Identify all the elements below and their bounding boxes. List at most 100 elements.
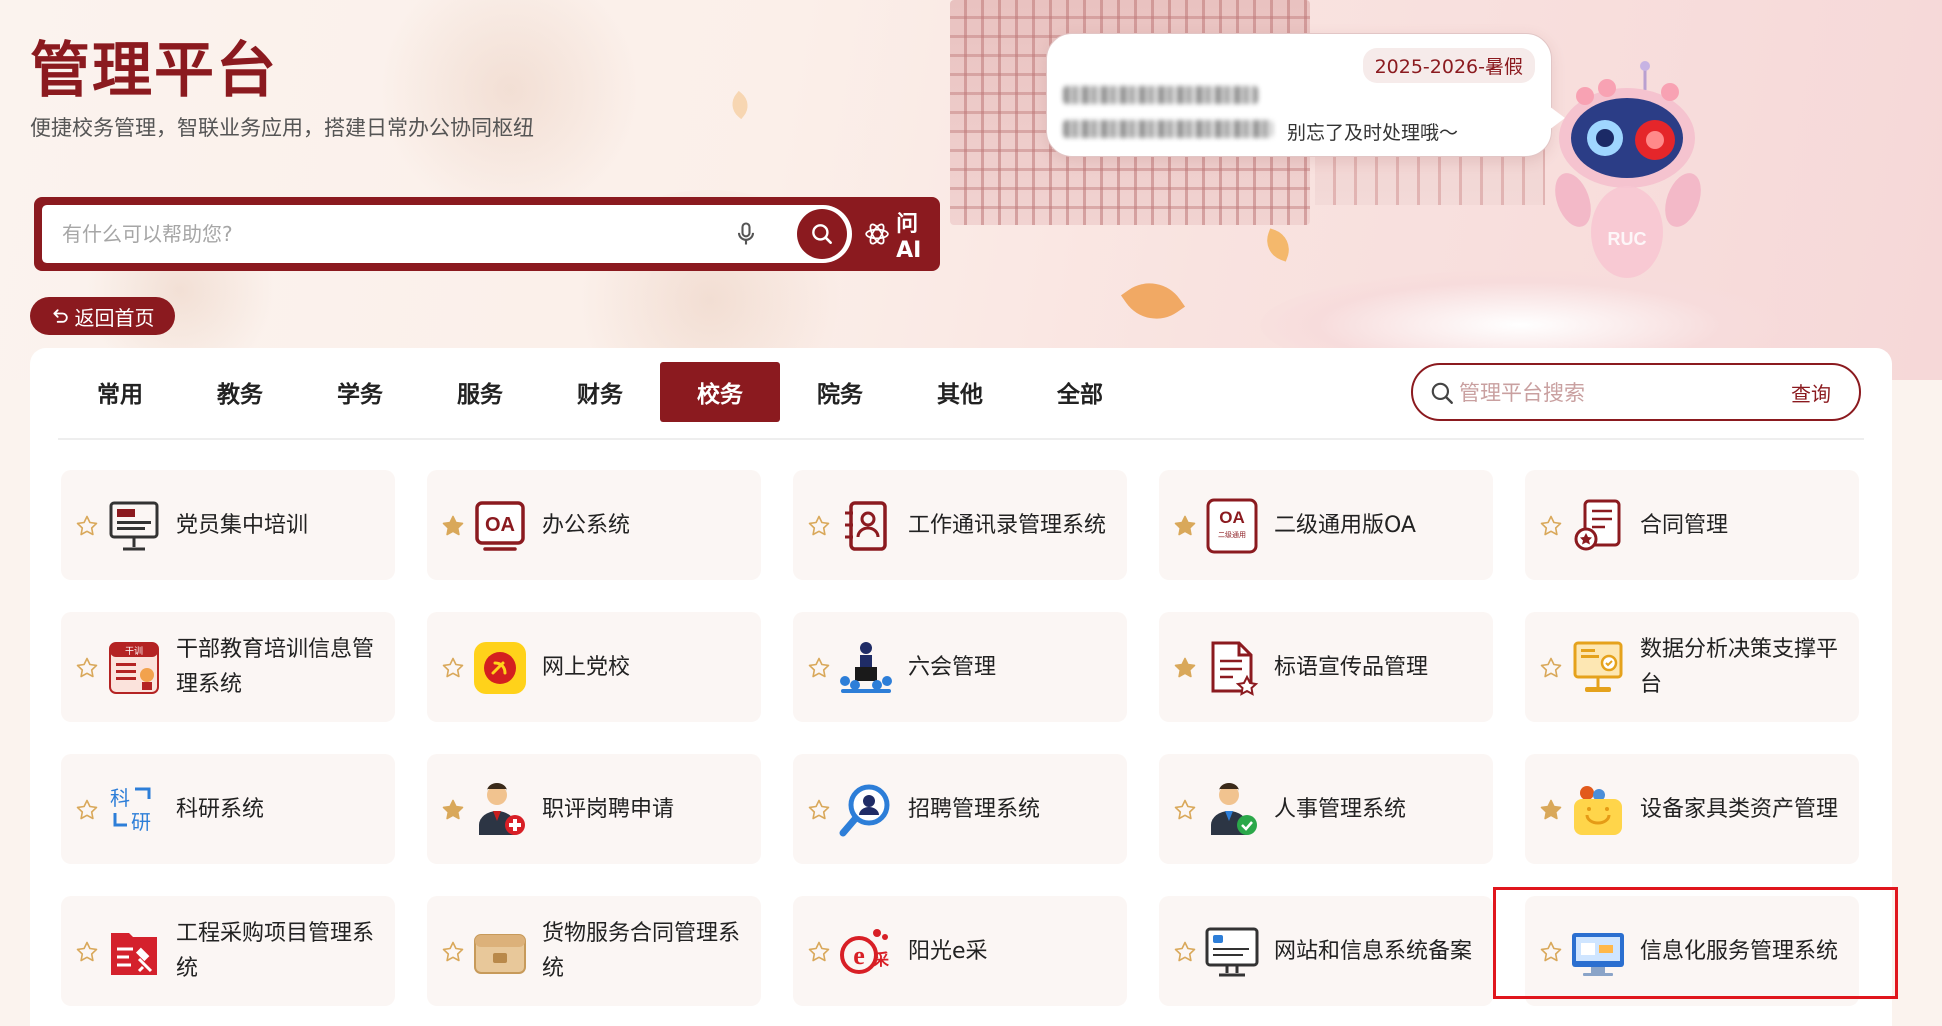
star-filled-icon[interactable] bbox=[1173, 656, 1197, 680]
tab-1[interactable]: 教务 bbox=[180, 362, 300, 422]
star-outline-icon[interactable] bbox=[75, 940, 99, 964]
app-card[interactable]: 党员集中培训 bbox=[61, 470, 395, 580]
recruitment-search-icon bbox=[839, 784, 890, 837]
app-card[interactable]: OA 办公系统 bbox=[427, 470, 761, 580]
app-card-label: 设备家具类资产管理 bbox=[1640, 796, 1839, 822]
star-outline-icon[interactable] bbox=[1539, 940, 1563, 964]
app-card[interactable]: 设备家具类资产管理 bbox=[1525, 754, 1859, 864]
app-card-label: 职评岗聘申请 bbox=[542, 796, 675, 822]
app-card[interactable]: 数据分析决策支撑平台 bbox=[1525, 612, 1859, 722]
app-card-label: 二级通用版OA bbox=[1274, 512, 1416, 538]
app-card-label: 办公系统 bbox=[542, 512, 631, 538]
platform-search-input[interactable] bbox=[1459, 376, 1759, 410]
star-outline-icon[interactable] bbox=[1539, 656, 1563, 680]
star-outline-icon[interactable] bbox=[807, 798, 831, 822]
cadre-training-icon: 干训 bbox=[109, 642, 159, 694]
app-card-label: 党员集中培训 bbox=[176, 512, 309, 538]
query-button[interactable]: 查询 bbox=[1791, 378, 1831, 407]
robot-mascot-icon: RUC bbox=[1555, 61, 1701, 278]
svg-text:科: 科 bbox=[110, 787, 130, 810]
star-outline-icon[interactable] bbox=[1173, 798, 1197, 822]
app-card[interactable]: 干训 干部教育培训信息管理系统 bbox=[61, 612, 395, 722]
app-card[interactable]: 科 研 科研系统 bbox=[61, 754, 395, 864]
star-filled-icon[interactable] bbox=[1173, 514, 1197, 538]
ask-ai-button[interactable]: 问AI bbox=[864, 212, 940, 263]
tab-7[interactable]: 其他 bbox=[900, 362, 1020, 422]
website-filing-icon bbox=[1205, 927, 1259, 977]
app-grid: 党员集中培训 OA 办公系统 工作通讯录管理系统 OA 二级通用 二级通用版OA … bbox=[61, 470, 1861, 1006]
e-procurement-icon: e 采 bbox=[840, 929, 889, 974]
term-badge: 2025-2026-暑假 bbox=[1362, 48, 1535, 83]
app-card[interactable]: 招聘管理系统 bbox=[793, 754, 1127, 864]
oa-icon: OA bbox=[475, 501, 525, 551]
research-icon: 科 研 bbox=[110, 787, 151, 834]
blurred-text bbox=[1063, 86, 1258, 104]
microphone-icon[interactable] bbox=[732, 220, 760, 248]
app-card[interactable]: 工作通讯录管理系统 bbox=[793, 470, 1127, 580]
search-input[interactable] bbox=[62, 217, 702, 251]
star-outline-icon[interactable] bbox=[807, 656, 831, 680]
app-card-label: 数据分析决策支撑平台 bbox=[1640, 637, 1839, 697]
svg-text:OA: OA bbox=[1219, 508, 1245, 527]
star-filled-icon[interactable] bbox=[441, 514, 465, 538]
star-filled-icon[interactable] bbox=[441, 798, 465, 822]
star-filled-icon[interactable] bbox=[1539, 798, 1563, 822]
star-outline-icon[interactable] bbox=[1173, 940, 1197, 964]
app-card[interactable]: OA 二级通用 二级通用版OA bbox=[1159, 470, 1493, 580]
data-analysis-icon bbox=[1573, 641, 1623, 692]
back-home-button[interactable]: 返回首页 bbox=[30, 297, 175, 335]
app-card-label: 信息化服务管理系统 bbox=[1640, 938, 1839, 964]
svg-text:二级通用: 二级通用 bbox=[1218, 530, 1246, 539]
decor-flower bbox=[380, 0, 640, 220]
app-card[interactable]: 网上党校 bbox=[427, 612, 761, 722]
app-card[interactable]: 合同管理 bbox=[1525, 470, 1859, 580]
tab-6[interactable]: 院务 bbox=[780, 362, 900, 422]
tab-5[interactable]: 校务 bbox=[660, 362, 780, 422]
return-arrow-icon bbox=[52, 309, 68, 323]
app-card[interactable]: 职评岗聘申请 bbox=[427, 754, 761, 864]
notice-text: 别忘了及时处理哦～ bbox=[1287, 122, 1459, 144]
notice-bubble[interactable]: 2025-2026-暑假 别忘了及时处理哦～ bbox=[1046, 33, 1565, 157]
app-card[interactable]: e 采 阳光e采 bbox=[793, 896, 1127, 1006]
tab-2[interactable]: 学务 bbox=[300, 362, 420, 422]
star-outline-icon[interactable] bbox=[75, 514, 99, 538]
meeting-icon bbox=[840, 642, 892, 693]
star-outline-icon[interactable] bbox=[1539, 514, 1563, 538]
search-icon bbox=[1431, 382, 1453, 404]
app-card[interactable]: 六会管理 bbox=[793, 612, 1127, 722]
star-outline-icon[interactable] bbox=[75, 798, 99, 822]
document-star-icon bbox=[1211, 641, 1259, 696]
search-icon bbox=[812, 224, 832, 244]
goods-contract-icon bbox=[474, 934, 526, 974]
app-card[interactable]: 信息化服务管理系统 bbox=[1525, 896, 1859, 1006]
app-card[interactable]: 人事管理系统 bbox=[1159, 754, 1493, 864]
tab-0[interactable]: 常用 bbox=[60, 362, 180, 422]
app-card[interactable]: 工程采购项目管理系统 bbox=[61, 896, 395, 1006]
atom-ai-icon bbox=[865, 223, 889, 245]
robot-label: RUC bbox=[1608, 229, 1647, 249]
blurred-text bbox=[1063, 120, 1273, 138]
app-card-label: 网上党校 bbox=[542, 654, 631, 680]
app-card-label: 招聘管理系统 bbox=[908, 796, 1041, 822]
star-outline-icon[interactable] bbox=[75, 656, 99, 680]
asset-box-icon bbox=[1574, 786, 1622, 835]
star-outline-icon[interactable] bbox=[441, 656, 465, 680]
divider bbox=[58, 438, 1864, 440]
contract-icon bbox=[1574, 499, 1621, 551]
back-home-label: 返回首页 bbox=[74, 305, 155, 330]
tab-4[interactable]: 财务 bbox=[540, 362, 660, 422]
search-button[interactable] bbox=[797, 209, 847, 259]
tab-3[interactable]: 服务 bbox=[420, 362, 540, 422]
oa-secondary-icon: OA 二级通用 bbox=[1206, 498, 1258, 554]
contacts-book-icon bbox=[845, 501, 887, 551]
star-outline-icon[interactable] bbox=[807, 940, 831, 964]
tab-8[interactable]: 全部 bbox=[1020, 362, 1140, 422]
app-card[interactable]: 货物服务合同管理系统 bbox=[427, 896, 761, 1006]
monitor-training-icon bbox=[109, 501, 159, 551]
star-outline-icon[interactable] bbox=[441, 940, 465, 964]
app-card[interactable]: 标语宣传品管理 bbox=[1159, 612, 1493, 722]
app-card-label: 科研系统 bbox=[176, 796, 265, 822]
app-card-label: 货物服务合同管理系统 bbox=[542, 921, 741, 981]
app-card[interactable]: 网站和信息系统备案 bbox=[1159, 896, 1493, 1006]
star-outline-icon[interactable] bbox=[807, 514, 831, 538]
